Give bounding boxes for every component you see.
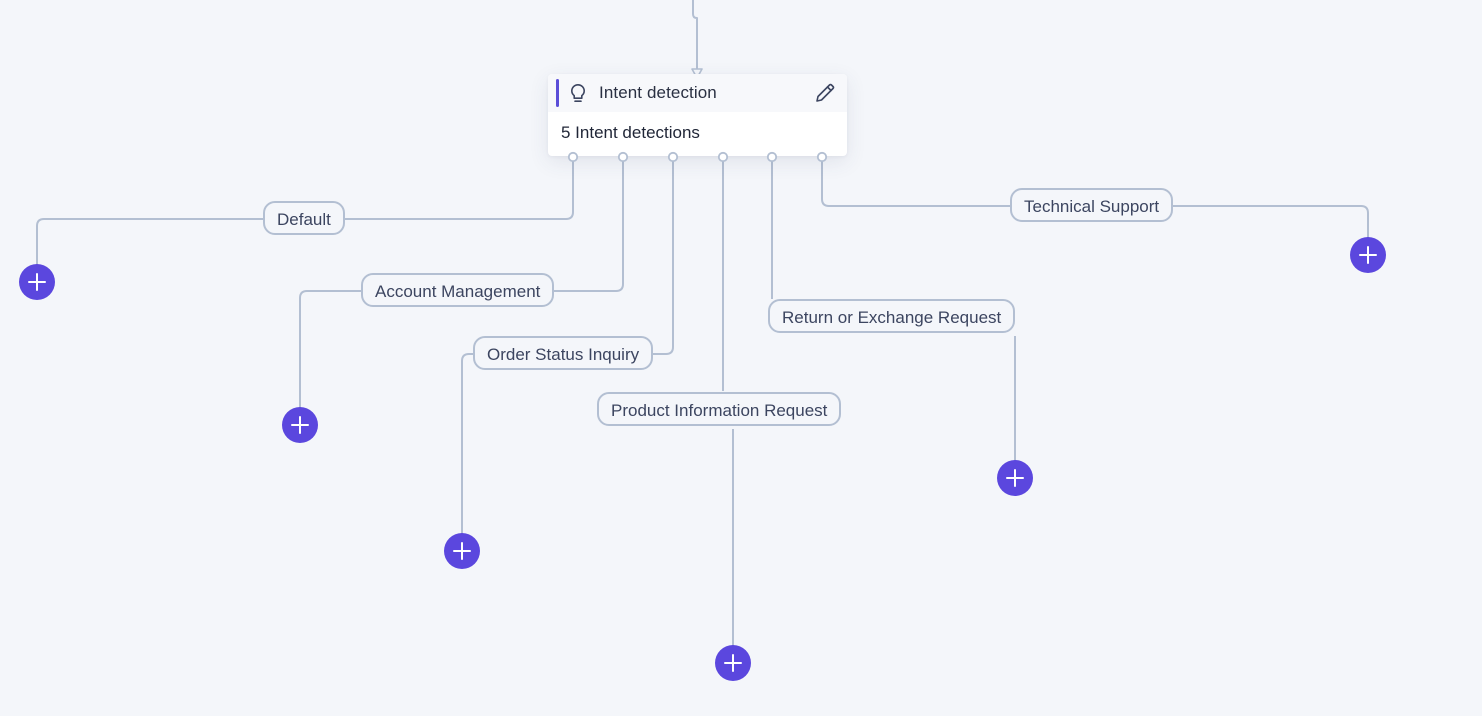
branch-label-return-exchange-request[interactable]: Return or Exchange Request [768,299,1016,333]
branch-label-account-management[interactable]: Account Management [361,273,555,307]
flow-canvas[interactable]: Intent detection 5 Intent detections Def… [0,0,1482,716]
branch-label-technical-support[interactable]: Technical Support [1010,188,1174,222]
add-step-button-technical-support[interactable] [1350,237,1386,273]
branch-label-product-information-request[interactable]: Product Information Request [597,392,842,426]
output-port-technical-support [816,151,828,163]
output-port-return-exchange [766,151,778,163]
output-port-default [567,151,579,163]
plus-icon [1006,469,1024,487]
output-port-account-management [617,151,629,163]
add-step-button-return-exchange-request[interactable] [997,460,1033,496]
branch-label-order-status-inquiry[interactable]: Order Status Inquiry [473,336,654,370]
add-step-button-order-status-inquiry[interactable] [444,533,480,569]
output-port-product-info [717,151,729,163]
plus-icon [1359,246,1377,264]
add-step-button-product-information-request[interactable] [715,645,751,681]
add-step-button-default[interactable] [19,264,55,300]
plus-icon [28,273,46,291]
plus-icon [453,542,471,560]
plus-icon [291,416,309,434]
plus-icon [724,654,742,672]
branch-label-default[interactable]: Default [263,201,345,235]
add-step-button-account-management[interactable] [282,407,318,443]
output-port-order-status [667,151,679,163]
output-ports [567,151,828,163]
